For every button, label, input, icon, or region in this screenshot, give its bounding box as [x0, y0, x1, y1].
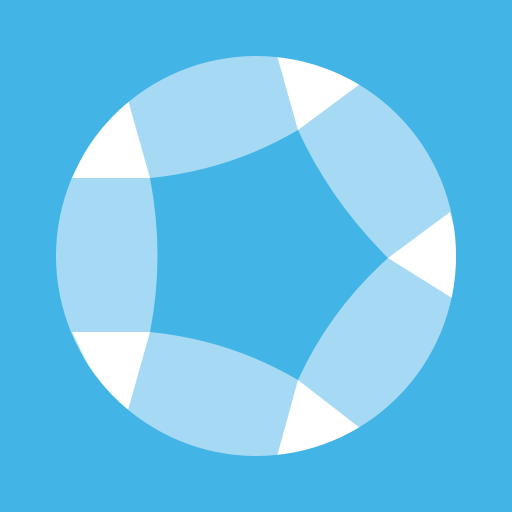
circular-star-logo-icon — [0, 0, 512, 512]
app-icon — [0, 0, 512, 512]
